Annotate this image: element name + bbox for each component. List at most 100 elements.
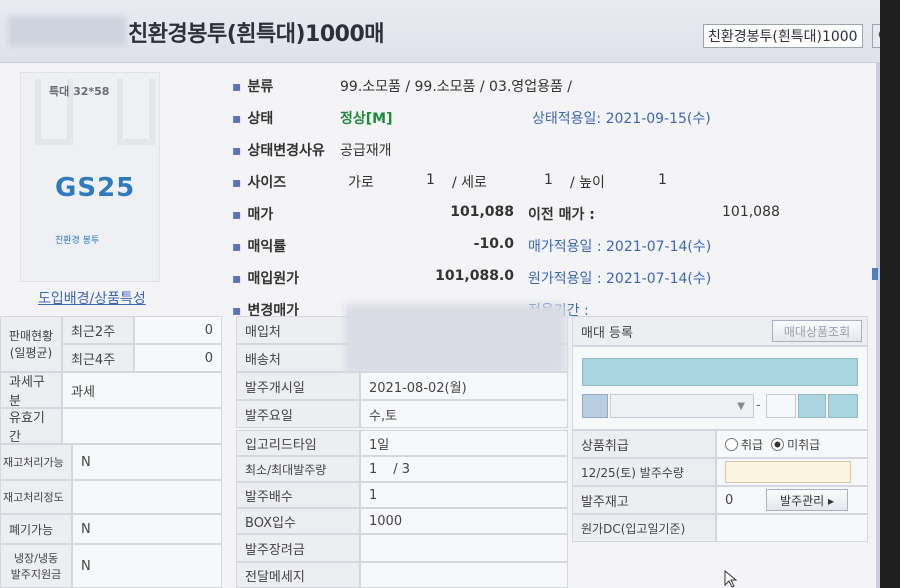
sales-status-label-line2: (일평균) [9,346,53,360]
order-start-value: 2021-08-02(월) [360,372,568,400]
cost-dc-value [716,514,868,542]
search-input[interactable] [703,24,863,48]
status-value: 정상[M] [340,111,393,127]
scrollbar-thumb[interactable] [872,268,878,280]
order-qty-label: 12/25(토) 발주수량 [572,458,716,486]
search-button[interactable] [872,24,880,48]
prev-price-value: 101,088 [722,204,780,220]
bag-size-label: 특대 32*58 [49,85,110,98]
handling-radio-yes[interactable] [725,437,738,451]
order-start-label: 발주개시일 [236,372,360,400]
return-level-value [72,480,222,514]
order-qty-input[interactable] [725,461,851,483]
product-image: 특대 32*58 GS25 친환경 봉투 [20,72,160,282]
recent-2w-label: 최근2주 [62,316,134,344]
mouse-cursor-icon [724,570,738,588]
order-stock-label: 발주재고 [572,486,716,514]
recent-4w-value: 0 [134,344,222,372]
size-height-value: 1 [544,172,553,188]
prev-price-label: 이전 매가 : [528,207,595,223]
shelf-dash: - [756,398,761,413]
margin-value: -10.0 [473,236,514,252]
disposal-value: N [72,514,222,544]
tax-label: 과세구분 [0,372,62,409]
delivery-label: 배송처 [236,344,360,372]
cost-dc-label: 원가DC(입고일기준) [572,514,716,542]
box-label: BOX입수 [236,508,360,534]
cost-value: 101,088.0 [435,268,514,284]
price-value: 101,088 [450,204,514,220]
shelf-register-label: 매대 등록 [581,325,633,341]
message-value[interactable] [360,562,568,588]
product-detail-window: 친환경봉투(흰특대)1000매 특대 32*58 GS25 친환경 봉투 도입배… [0,0,880,588]
box-value: 1000 [360,508,568,534]
size-width-value: 1 [426,172,435,188]
shelf-remove-button[interactable] [828,394,858,418]
status-row: ▪ 상태 정상[M] 상태적용일: 2021-09-15(수) [232,108,711,134]
blurred-supplier-info [345,304,567,374]
recent-4w-label: 최근4주 [62,344,134,372]
right-empty-area [572,542,868,588]
recent-2w-value: 0 [134,316,222,344]
cost-label: 매입원가 [247,271,300,287]
margin-row: ▪ 매익률 -10.0 매가적용일 : 2021-07-14(수) [232,236,712,255]
bag-handle-right [117,79,155,145]
handling-options: 취급 미취급 [716,430,868,458]
lead-time-label: 입고리드타임 [236,430,360,456]
status-date: 상태적용일: 2021-09-15(수) [532,111,711,127]
handling-label: 상품취급 [572,430,716,458]
status-reason-value: 공급재개 [340,143,392,159]
bag-sub-text: 친환경 봉투 [55,236,100,246]
price-label: 매가 [247,207,274,223]
shelf-prev-button[interactable] [582,394,608,418]
size-depth-value: 1 [658,172,667,188]
return-value: N [72,444,222,480]
category-value: 99.소모품 / 99.소모품 / 03.영업용품 / [340,79,572,95]
handling-opt2-label: 미취급 [787,437,821,452]
title-bar: 친환경봉투(흰특대)1000매 [0,0,880,63]
supplier-label: 매입처 [236,316,360,344]
status-reason-label: 상태변경사유 [247,143,325,159]
lead-time-value: 1일 [360,430,568,456]
shelf-lookup-button[interactable]: 매대상품조회 [772,320,862,342]
max-value: / 3 [393,461,411,477]
price-row: ▪ 매가 101,088 이전 매가 : 101,088 [232,204,780,223]
size-height-label: / 세로 [452,175,487,191]
category-label: 분류 [247,79,274,95]
expiry-value [62,408,222,444]
min-max-label: 최소/최대발주량 [236,456,360,482]
product-feature-link[interactable]: 도입배경/상품특성 [38,288,146,308]
return-label: 재고처리가능 [0,444,72,480]
frozen-label: 냉장/냉동 발주지원금 [0,544,72,588]
return-level-label: 재고처리정도 [0,480,72,514]
shelf-input[interactable] [582,358,858,386]
price-date: 매가적용일 : 2021-07-14(수) [528,239,712,255]
incentive-label: 발주장려금 [236,534,360,562]
handling-radio-no[interactable] [771,437,785,451]
disposal-label: 폐기가능 [0,514,72,544]
order-days-label: 발주요일 [236,400,360,428]
category-row: ▪ 분류 99.소모품 / 99.소모품 / 03.영업용품 / [232,76,572,102]
order-manage-button[interactable]: 발주관리 ▸ [766,489,848,511]
page-title: 친환경봉투(흰특대)1000매 [128,22,385,47]
sales-status-label-line1: 판매현황 [8,329,54,343]
order-days-value: 수,토 [360,400,568,428]
frozen-label-line2: 발주지원금 [10,568,62,581]
size-width-label: 가로 [348,175,374,191]
status-reason-row: ▪ 상태변경사유 공급재개 [232,140,392,166]
shelf-number-input[interactable] [766,394,796,418]
min-max-values: 1 / 3 [360,456,568,482]
order-qty-cell [716,458,868,486]
cost-date: 원가적용일 : 2021-07-14(수) [528,271,712,287]
shelf-dropdown[interactable]: ▼ [610,394,754,418]
frozen-label-line1: 냉장/냉동 [13,552,59,565]
sales-status-label: 판매현황 (일평균) [0,316,62,372]
tax-value: 과세 [62,372,222,408]
shelf-add-button[interactable] [798,394,826,418]
margin-label: 매익률 [247,239,287,255]
bag-brand-logo: GS25 [55,173,136,203]
chevron-down-icon: ▼ [737,400,745,412]
multiple-label: 발주배수 [236,482,360,508]
blurred-breadcrumb [8,16,126,46]
size-depth-label: / 높이 [570,175,605,191]
